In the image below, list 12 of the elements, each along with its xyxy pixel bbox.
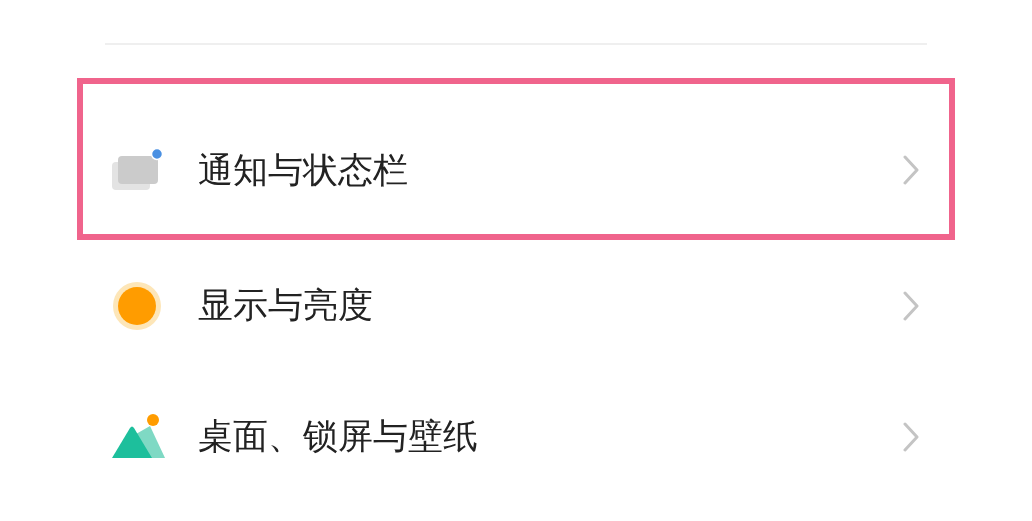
notification-icon (110, 148, 164, 192)
highlight-frame[interactable]: 通知与状态栏 (77, 78, 955, 240)
setting-label: 通知与状态栏 (198, 148, 409, 192)
settings-item[interactable]: 显示与亮度 (77, 240, 955, 371)
mountain-icon (110, 413, 166, 460)
setting-label: 桌面、锁屏与壁纸 (198, 415, 479, 459)
settings-item[interactable]: 桌面、锁屏与壁纸 (77, 371, 955, 502)
setting-label: 显示与亮度 (198, 284, 374, 328)
chevron-right-icon (903, 155, 919, 185)
chevron-right-icon (903, 290, 919, 321)
sun-icon (110, 280, 164, 331)
chevron-right-icon (903, 421, 919, 452)
